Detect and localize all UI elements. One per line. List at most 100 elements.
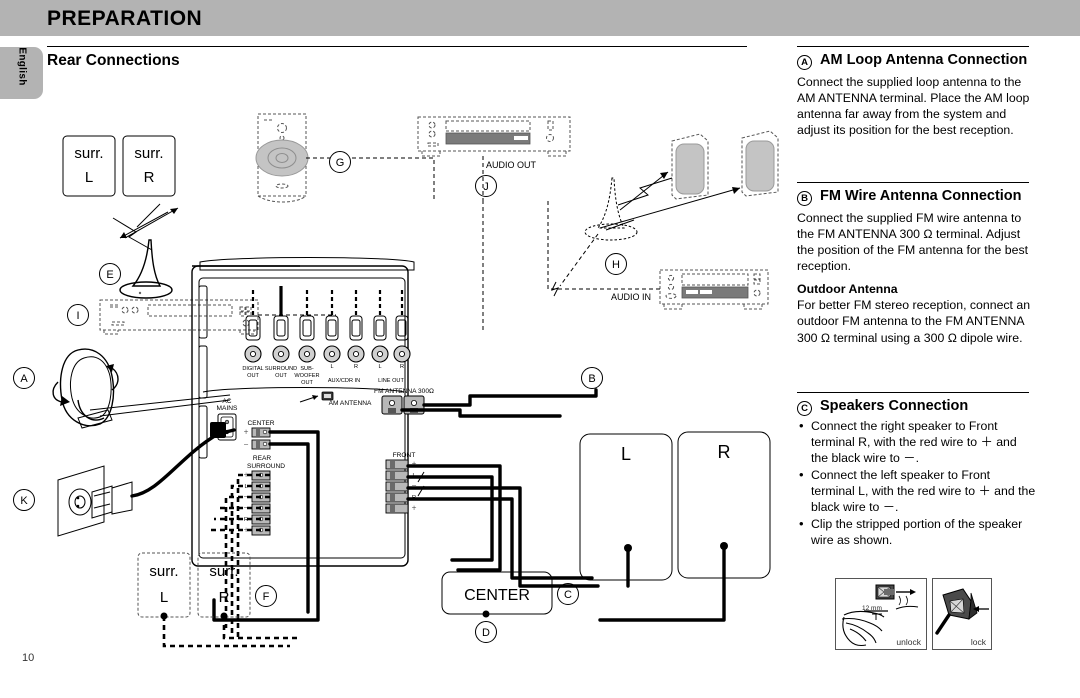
svg-text:I: I: [76, 310, 79, 322]
list-item: Connect the right speaker to Front termi…: [797, 418, 1037, 467]
svg-text:R: R: [400, 364, 404, 370]
language-tab-label: English: [16, 47, 28, 86]
connection-line-g-b: [352, 157, 435, 200]
wire-front-r-a: [406, 486, 600, 588]
fm-antenna-cable-2: [400, 408, 562, 418]
jack-aux-cdr-in-r: [347, 290, 365, 363]
callout-j: J: [475, 175, 497, 197]
jack-subwoofer-out: [298, 290, 316, 363]
surround-speaker-box-bottom-right: surr. R: [197, 552, 251, 620]
front-speaker-terminals: FRONT ＋ L － R ＋: [385, 452, 425, 514]
am-loop-antenna: [52, 348, 231, 429]
svg-text:WOOFER: WOOFER: [294, 373, 319, 379]
svg-text:SURROUND: SURROUND: [265, 366, 297, 372]
section-body: Connect the supplied loop antenna to the…: [797, 75, 1030, 138]
svg-text:CENTER: CENTER: [247, 420, 274, 427]
svg-text:AM ANTENNA: AM ANTENNA: [329, 400, 372, 407]
wire-to-front-right-speaker: [598, 544, 726, 622]
front-speaker-g: [255, 113, 309, 203]
svg-text:LINE OUT: LINE OUT: [378, 378, 404, 384]
fm-antenna-cable: [422, 388, 598, 407]
svg-text:＋: ＋: [243, 429, 249, 436]
svg-text:L: L: [330, 364, 333, 370]
callout-g: G: [329, 151, 351, 173]
svg-text:C: C: [564, 589, 572, 601]
section-title: AM Loop Antenna Connection: [820, 52, 1028, 68]
source-device-top: [417, 116, 571, 157]
svg-text:CENTER: CENTER: [464, 587, 530, 604]
svg-text:L: L: [85, 169, 93, 186]
audio-in-label: AUDIO IN: [611, 292, 651, 302]
callout-h: H: [605, 253, 627, 275]
jack-aux-cdr-in-l: [323, 290, 341, 363]
svg-text:FM ANTENNA 300Ω: FM ANTENNA 300Ω: [374, 388, 434, 395]
dimension-label: 12 mm: [862, 605, 882, 612]
svg-text:surr.: surr.: [74, 145, 103, 162]
svg-text:AUX/CDR IN: AUX/CDR IN: [328, 378, 360, 384]
section-rule: [797, 46, 1029, 47]
callout-d: D: [475, 621, 497, 643]
fm-wire-antenna: [584, 177, 638, 241]
svg-text:OUT: OUT: [247, 373, 259, 379]
callout-e: E: [99, 263, 121, 285]
fm-antenna-lead: [559, 233, 599, 287]
section-title: FM Wire Antenna Connection: [820, 188, 1022, 204]
speaker-connection-bullets: Connect the right speaker to Front termi…: [797, 418, 1037, 549]
svg-text:D: D: [482, 627, 490, 639]
svg-text:H: H: [612, 259, 620, 271]
jack-line-out-l: [371, 290, 389, 363]
source-device-right: [659, 269, 769, 310]
section-fm-wire-antenna: B FM Wire Antenna Connection Connect the…: [797, 182, 1037, 346]
svg-text:A: A: [20, 373, 28, 385]
callout-k: K: [13, 489, 35, 511]
wireless-antenna-transmitter: [119, 239, 173, 299]
section-header: B FM Wire Antenna Connection: [797, 188, 1037, 206]
section-body: Connect the supplied FM wire antenna to …: [797, 211, 1029, 274]
callout-a: A: [13, 367, 35, 389]
svg-text:F: F: [263, 591, 270, 603]
callout-f: F: [255, 585, 277, 607]
wireless-arrows-left: [112, 203, 179, 251]
callout-b: B: [581, 367, 603, 389]
rear-connections-heading: Rear Connections: [47, 52, 180, 69]
svg-text:L: L: [621, 444, 631, 464]
callout-i: I: [67, 304, 89, 326]
svg-text:OUT: OUT: [301, 380, 313, 386]
surround-speaker-box-bottom-left: surr. L: [137, 552, 191, 620]
jack-digital-out: [244, 290, 262, 363]
list-item: Clip the stripped portion of the speaker…: [797, 516, 1037, 549]
surround-speaker-grey-right: [741, 130, 779, 197]
svg-text:R: R: [718, 442, 731, 462]
svg-text:J: J: [483, 181, 489, 193]
svg-text:G: G: [336, 157, 345, 169]
source-device-left: [99, 299, 259, 335]
figure-caption: lock: [970, 637, 986, 647]
svg-text:AC: AC: [222, 398, 231, 405]
language-tab: English: [0, 47, 43, 99]
audio-out-label: AUDIO OUT: [486, 160, 537, 170]
callout-marker-a: A: [797, 55, 812, 70]
front-speaker-box-left: L: [579, 433, 673, 581]
svg-text:R: R: [144, 169, 155, 186]
wall-socket-k: [57, 465, 133, 537]
figure-caption: unlock: [896, 637, 921, 647]
lock-illustration: lock: [932, 578, 992, 650]
svg-text:R: R: [219, 589, 230, 606]
section-speakers-connection: C Speakers Connection Connect the right …: [797, 392, 1037, 550]
power-cord: [130, 432, 220, 498]
svg-text:L: L: [160, 589, 168, 606]
section-header: C Speakers Connection: [797, 398, 1037, 416]
svg-text:surr.: surr.: [209, 563, 238, 580]
rear-connections-diagram: .ln{ stroke:#000; fill:none; } .thin{ st…: [0, 100, 800, 680]
svg-text:OUT: OUT: [275, 373, 287, 379]
section-title: Speakers Connection: [820, 398, 969, 414]
outdoor-antenna-body: For better FM stereo reception, connect …: [797, 298, 1031, 345]
svg-text:K: K: [20, 495, 28, 507]
section-header: A AM Loop Antenna Connection: [797, 52, 1037, 70]
surround-speaker-box-top-left: surr. L: [62, 135, 116, 197]
svg-text:surr.: surr.: [149, 563, 178, 580]
rca-jack-row: [244, 286, 411, 363]
svg-text:FRONT: FRONT: [393, 452, 416, 459]
section-rule: [797, 182, 1029, 183]
rear-surround-terminals: REAR SURROUND ＋ L － － R ＋: [243, 455, 285, 536]
